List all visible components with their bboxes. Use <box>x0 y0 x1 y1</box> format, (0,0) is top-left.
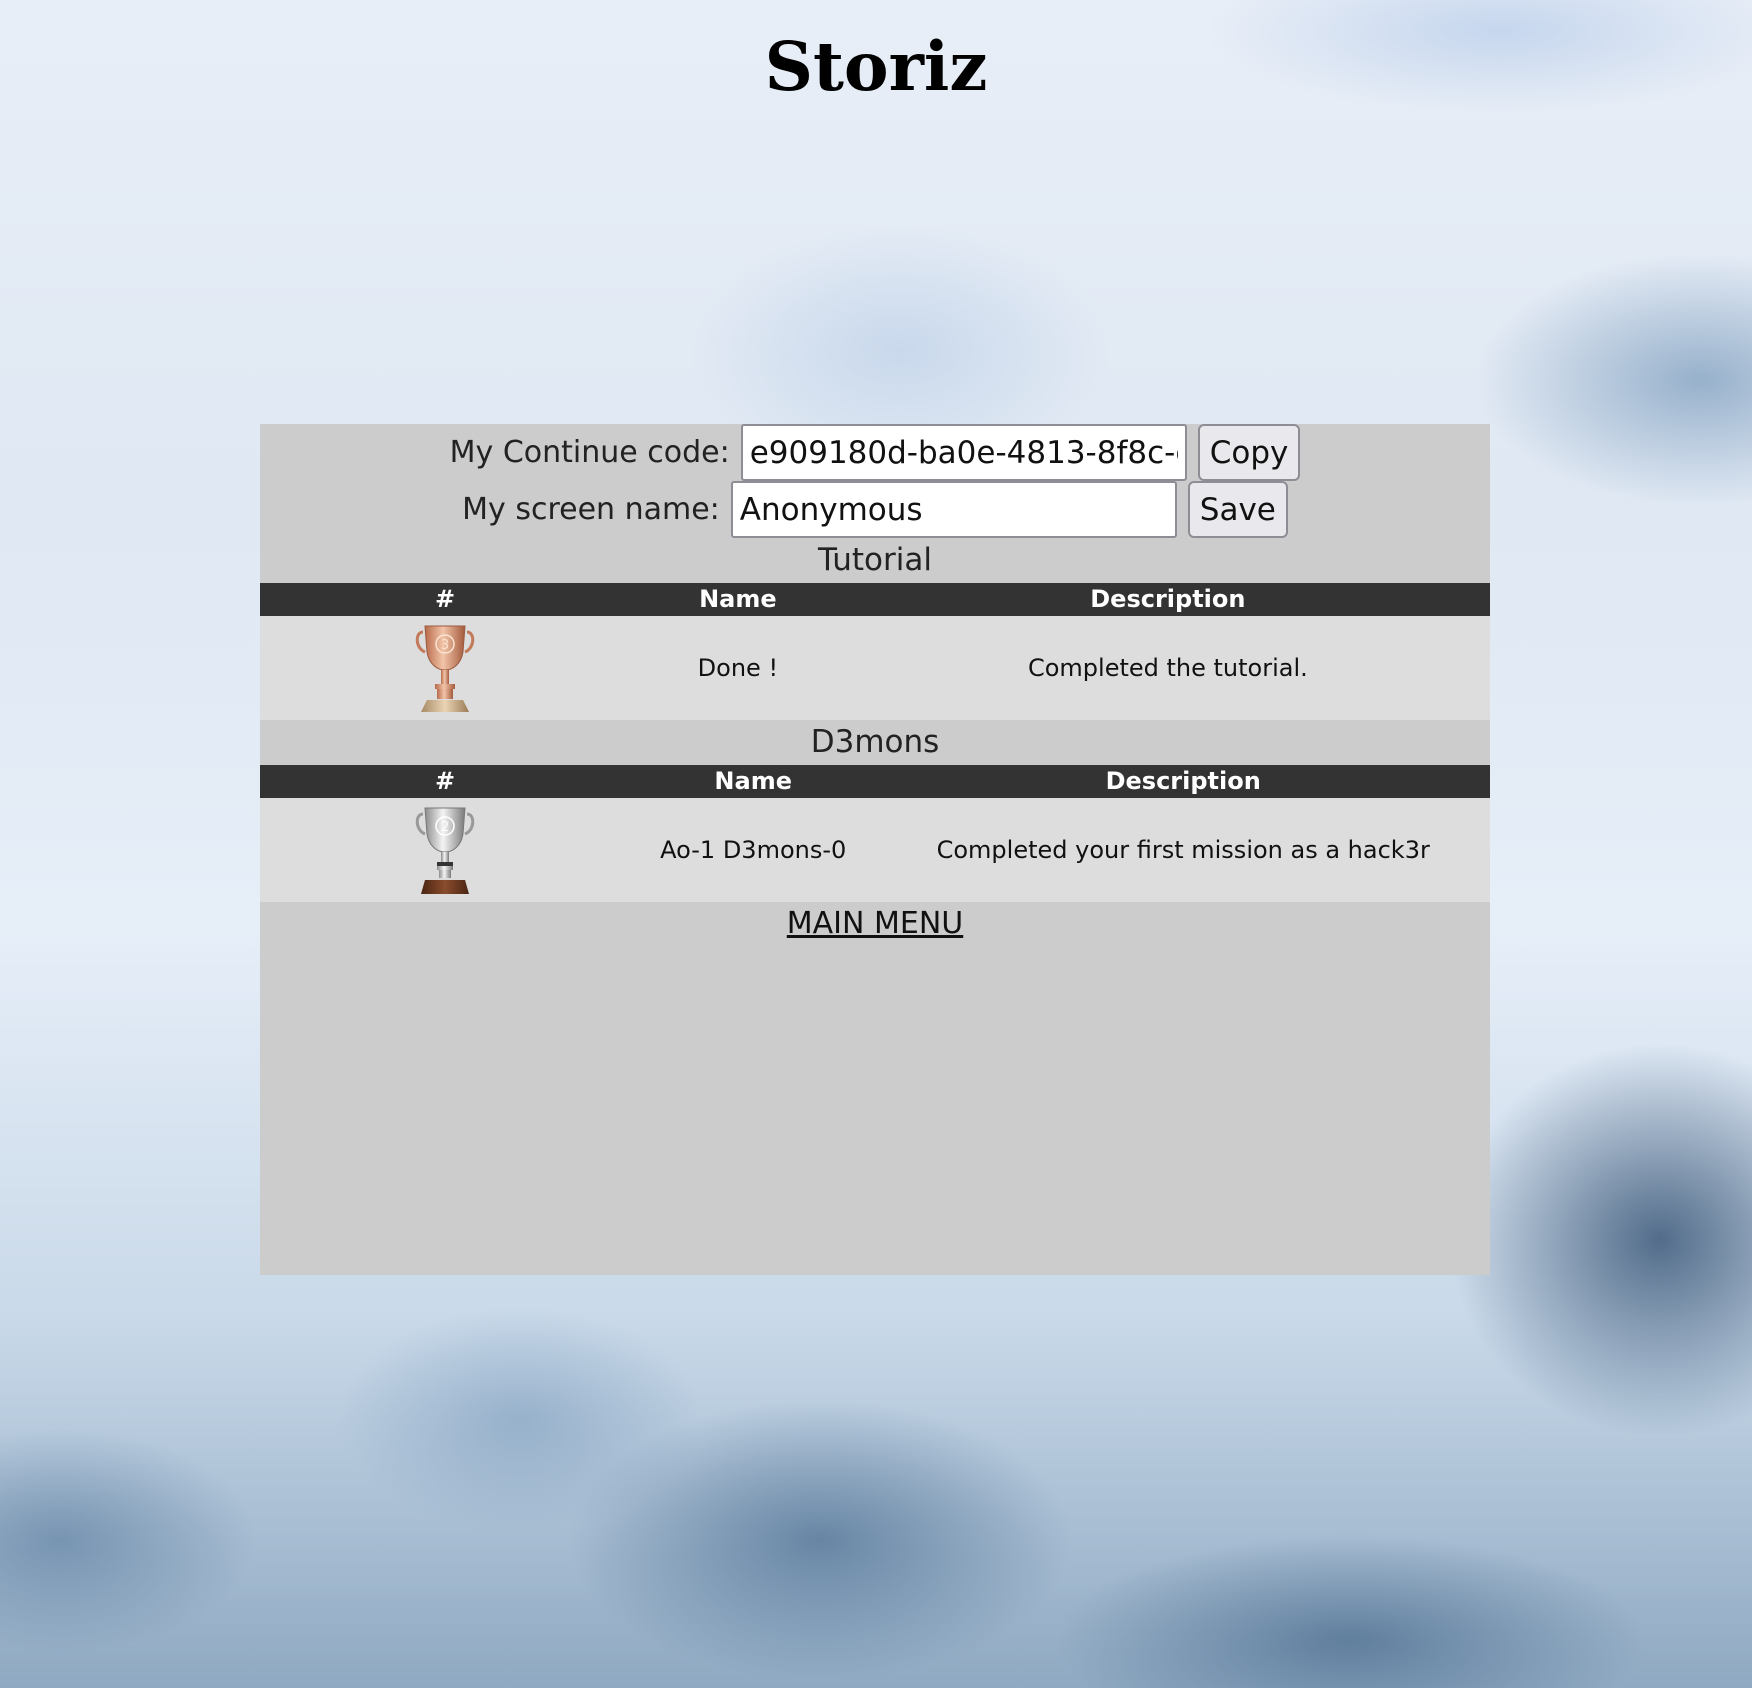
save-button[interactable]: Save <box>1187 481 1288 538</box>
column-header-number: # <box>260 765 630 798</box>
screen-name-input[interactable] <box>730 481 1177 538</box>
table-row: 3 Done ! Completed the tutorial. <box>260 616 1490 720</box>
trophy-cell: 2 <box>260 798 630 902</box>
table-header-row: # Name Description <box>260 583 1490 616</box>
column-header-name: Name <box>630 765 877 798</box>
table-header-row: # Name Description <box>260 765 1490 798</box>
section-title-tutorial: Tutorial <box>818 542 932 578</box>
section-title-d3mons: D3mons <box>810 724 940 760</box>
main-menu-link[interactable]: MAIN MENU <box>260 902 1490 946</box>
achievements-table-tutorial: # Name Description 3 Done ! Completed th… <box>260 583 1490 720</box>
column-header-description: Description <box>876 765 1490 798</box>
continue-code-label: My Continue code: <box>449 435 730 470</box>
screen-name-row: My screen name: Save <box>260 481 1490 538</box>
screen-name-label: My screen name: <box>462 492 720 527</box>
achievement-name: Done ! <box>630 616 846 720</box>
silver-trophy-icon: 2 <box>415 807 475 894</box>
trophy-cell: 3 <box>260 616 630 720</box>
achievements-panel: My Continue code: Copy My screen name: S… <box>260 424 1490 1275</box>
achievement-description: Completed the tutorial. <box>845 616 1490 720</box>
achievements-table-d3mons: # Name Description 2 Ao-1 D3mons-0 Compl… <box>260 765 1490 902</box>
table-row: 2 Ao-1 D3mons-0 Completed your first mis… <box>260 798 1490 902</box>
achievement-name: Ao-1 D3mons-0 <box>630 798 877 902</box>
continue-code-input[interactable] <box>740 424 1187 481</box>
continue-code-row: My Continue code: Copy <box>260 424 1490 481</box>
svg-text:3: 3 <box>441 638 449 653</box>
bronze-trophy-icon: 3 <box>415 625 475 712</box>
svg-text:2: 2 <box>441 820 449 835</box>
column-header-description: Description <box>845 583 1490 616</box>
copy-button[interactable]: Copy <box>1197 424 1301 481</box>
achievement-description: Completed your first mission as a hack3r <box>876 798 1490 902</box>
column-header-name: Name <box>630 583 846 616</box>
column-header-number: # <box>260 583 630 616</box>
site-title: Storiz <box>764 27 988 106</box>
